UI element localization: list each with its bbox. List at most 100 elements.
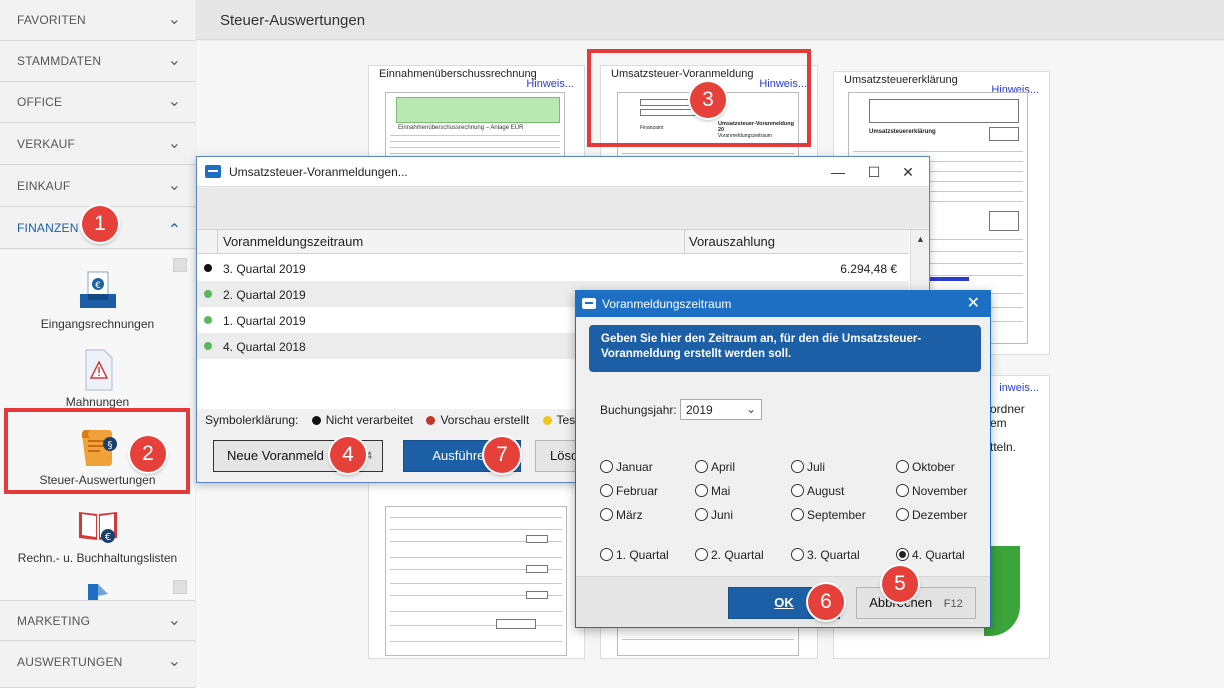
- radio-circle: [896, 460, 909, 473]
- legend-dot-icon: [542, 416, 552, 425]
- sidebar-item-label: Mahnungen: [65, 395, 130, 409]
- status-dot-icon: [204, 342, 212, 350]
- radio-circle-selected: [896, 548, 909, 561]
- select-value: 2019: [686, 403, 713, 417]
- doc-field: [869, 99, 1019, 123]
- sidebar-item-eingangsrechnungen[interactable]: € Eingangsrechnungen: [0, 270, 195, 331]
- card-title: Einnahmenüberschussrechnung: [379, 68, 537, 80]
- nav-section-marketing[interactable]: MARKETING ⌄: [0, 600, 195, 641]
- radio-quartal-4[interactable]: 4. Quartal: [896, 548, 965, 562]
- legend-dot-icon: [426, 416, 436, 425]
- radio-circle: [791, 548, 804, 561]
- button-label: OK: [774, 595, 794, 610]
- card-title: Umsatzsteuererklärung: [844, 74, 958, 86]
- nav-section-label: EINKAUF: [17, 179, 71, 193]
- nav-section-office[interactable]: OFFICE ⌄: [0, 82, 195, 123]
- main-header: Steuer-Auswertungen: [196, 0, 1224, 40]
- sidebar-item-partial[interactable]: [0, 580, 195, 600]
- nav-section-einkauf[interactable]: EINKAUF ⌄: [0, 166, 195, 207]
- chevron-down-icon: ⌄: [167, 52, 181, 69]
- hint-link[interactable]: inweis...: [999, 382, 1039, 394]
- annotation-badge-5: 5: [882, 566, 918, 602]
- buchungsjahr-label: Buchungsjahr:: [600, 403, 677, 417]
- radio-label: Dezember: [912, 508, 968, 522]
- close-icon[interactable]: ✕: [967, 293, 980, 313]
- sidebar-item-label: Eingangsrechnungen: [40, 317, 155, 331]
- radio-circle: [600, 508, 613, 521]
- nav-section-auswertungen[interactable]: AUSWERTUNGEN ⌄: [0, 642, 195, 688]
- column-header-vorauszahlung[interactable]: Vorauszahlung: [689, 234, 775, 249]
- nav-section-favoriten[interactable]: FAVORITEN ⌄: [0, 0, 195, 41]
- app-icon: [582, 298, 596, 309]
- radio-januar[interactable]: Januar: [600, 460, 653, 474]
- radio-circle: [695, 460, 708, 473]
- doc-field: [526, 591, 548, 599]
- radio-november[interactable]: November: [896, 484, 967, 498]
- radio-quartal-1[interactable]: 1. Quartal: [600, 548, 669, 562]
- doc-line: [390, 557, 562, 558]
- radio-circle: [791, 460, 804, 473]
- dialog-voranmeldungszeitraum: Voranmeldungszeitraum ✕ Geben Sie hier d…: [575, 290, 991, 628]
- radio-label: März: [616, 508, 643, 522]
- chevron-up-icon: ⌃: [167, 222, 181, 239]
- sidebar-item-buchhaltungslisten[interactable]: € Rechn.- u. Buchhaltungslisten: [0, 504, 195, 565]
- nav-section-label: AUSWERTUNGEN: [17, 655, 123, 669]
- radio-maerz[interactable]: März: [600, 508, 643, 522]
- shortcut-key: F12: [943, 598, 963, 610]
- doc-line: [390, 529, 562, 530]
- radio-label: August: [807, 484, 845, 498]
- button-label: Lösc: [550, 448, 578, 463]
- doc-line: [390, 611, 562, 612]
- radio-label: April: [711, 460, 736, 474]
- minimize-button[interactable]: —: [823, 161, 853, 183]
- nav-section-label: FAVORITEN: [17, 13, 86, 27]
- row-period: 2. Quartal 2019: [223, 288, 306, 302]
- radio-oktober[interactable]: Oktober: [896, 460, 955, 474]
- legend-dot-icon: [311, 416, 321, 425]
- radio-april[interactable]: April: [695, 460, 735, 474]
- scroll-down-button[interactable]: [173, 580, 187, 594]
- nav-section-verkauf[interactable]: VERKAUF ⌄: [0, 124, 195, 165]
- dialog-title: Voranmeldungszeitraum: [602, 297, 732, 311]
- document-thumbnail-lower: [385, 506, 567, 656]
- radio-label: Mai: [711, 484, 731, 498]
- status-dot-icon: [204, 264, 212, 272]
- row-period: 3. Quartal 2019: [223, 262, 306, 276]
- nav-section-stammdaten[interactable]: STAMMDATEN ⌄: [0, 41, 195, 82]
- doc-line: [390, 517, 562, 518]
- radio-label: Juli: [807, 460, 826, 474]
- sidebar-item-mahnungen[interactable]: Mahnungen: [0, 348, 195, 409]
- invoice-tray-icon: €: [79, 271, 116, 308]
- buchungsjahr-select[interactable]: 2019 ⌄: [680, 399, 762, 420]
- radio-quartal-3[interactable]: 3. Quartal: [791, 548, 860, 562]
- radio-label: Oktober: [912, 460, 955, 474]
- card-text: em: [990, 416, 1007, 430]
- column-header-zeitraum[interactable]: Voranmeldungszeitraum: [223, 234, 363, 249]
- radio-juli[interactable]: Juli: [791, 460, 825, 474]
- hint-link[interactable]: Hinweis...: [526, 78, 574, 90]
- chevron-down-icon: ⌄: [167, 135, 181, 152]
- radio-circle: [791, 508, 804, 521]
- chevron-down-icon: ⌄: [167, 11, 181, 28]
- table-row[interactable]: 3. Quartal 2019 6.294,48 €: [197, 255, 909, 281]
- annotation-badge-3: 3: [690, 82, 726, 118]
- radio-label: 2. Quartal: [711, 548, 764, 562]
- close-button[interactable]: ✕: [893, 161, 923, 183]
- card-text: tteln.: [990, 440, 1017, 454]
- radio-august[interactable]: August: [791, 484, 844, 498]
- maximize-button[interactable]: ☐: [859, 161, 889, 183]
- radio-quartal-2[interactable]: 2. Quartal: [695, 548, 764, 562]
- doc-line: [390, 641, 562, 642]
- radio-mai[interactable]: Mai: [695, 484, 730, 498]
- radio-circle: [695, 484, 708, 497]
- doc-line: [390, 625, 562, 626]
- radio-dezember[interactable]: Dezember: [896, 508, 967, 522]
- radio-februar[interactable]: Februar: [600, 484, 658, 498]
- chevron-down-icon: ⌄: [167, 177, 181, 194]
- radio-label: 3. Quartal: [807, 548, 860, 562]
- scroll-up-arrow-icon[interactable]: ▲: [916, 234, 925, 244]
- row-period: 1. Quartal 2019: [223, 314, 306, 328]
- radio-september[interactable]: September: [791, 508, 866, 522]
- doc-field: [989, 127, 1019, 141]
- radio-juni[interactable]: Juni: [695, 508, 733, 522]
